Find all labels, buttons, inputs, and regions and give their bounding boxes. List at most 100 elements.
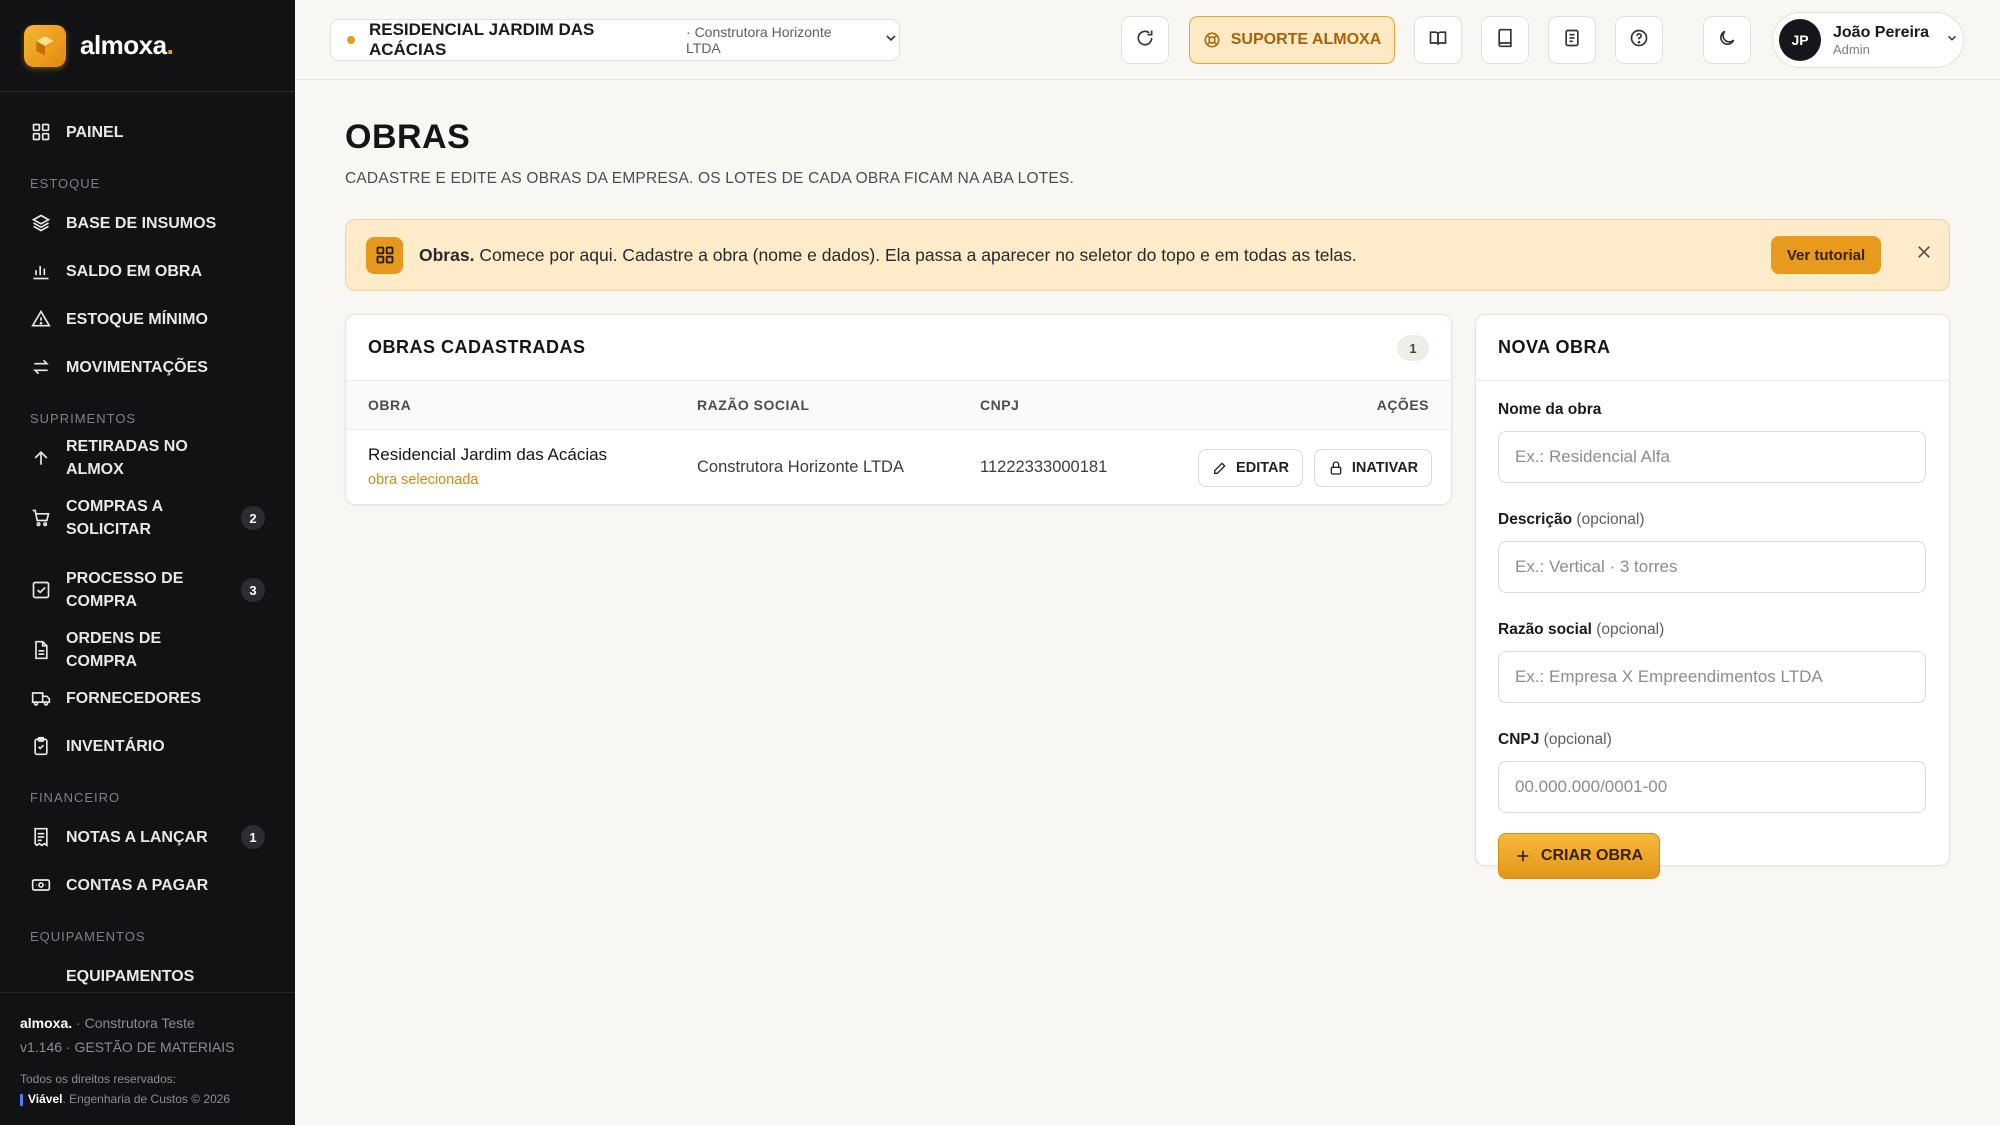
avatar: JP	[1779, 19, 1821, 61]
card-header: NOVA OBRA	[1476, 315, 1949, 381]
chevron-down-icon	[883, 30, 899, 51]
table-row[interactable]: Residencial Jardim das Acácias obra sele…	[346, 430, 1451, 504]
count-badge: 3	[241, 578, 265, 602]
sidebar-item-ordens[interactable]: ORDENS DE COMPRA	[0, 626, 295, 674]
form-body: Nome da obra Descrição (opcional) Razão …	[1476, 381, 1949, 899]
cart-icon	[30, 507, 52, 529]
grid-icon	[30, 121, 52, 143]
table-header: OBRA RAZÃO SOCIAL CNPJ AÇÕES	[346, 381, 1451, 430]
inactivate-button[interactable]: INATIVAR	[1314, 449, 1432, 487]
refresh-icon	[1135, 28, 1155, 53]
edit-button-label: EDITAR	[1236, 460, 1289, 476]
sidebar-item-notas[interactable]: NOTAS A LANÇAR 1	[0, 813, 295, 861]
support-button-label: SUPORTE ALMOXA	[1230, 31, 1382, 48]
sidebar-item-label: MOVIMENTAÇÕES	[66, 358, 208, 376]
sidebar-nav: PAINEL ESTOQUE BASE DE INSUMOS SALDO EM …	[0, 92, 295, 992]
sidebar-item-label: RETIRADAS NO ALMOX	[66, 438, 188, 478]
card-header: OBRAS CADASTRADAS 1	[346, 315, 1451, 381]
notes-button[interactable]	[1548, 16, 1596, 64]
nova-obra-card: NOVA OBRA Nome da obra Descrição (opcion…	[1475, 314, 1950, 879]
sidebar-item-compras[interactable]: COMPRAS A SOLICITAR 2	[0, 482, 295, 554]
book-button[interactable]	[1481, 16, 1529, 64]
chevron-down-icon	[1945, 31, 1959, 50]
help-button[interactable]	[1615, 16, 1663, 64]
tutorial-banner: Obras. Comece por aqui. Cadastre a obra …	[345, 219, 1950, 291]
tool-icon	[30, 965, 52, 987]
user-role: Admin	[1833, 41, 1870, 57]
criar-obra-button[interactable]: CRIAR OBRA	[1498, 833, 1660, 879]
sidebar-item-label: EQUIPAMENTOS	[66, 967, 195, 985]
sidebar-item-contas[interactable]: CONTAS A PAGAR	[0, 861, 295, 909]
sidebar-item-fornecedores[interactable]: FORNECEDORES	[0, 674, 295, 722]
plus-icon	[1517, 850, 1529, 862]
nome-obra-field[interactable]	[1498, 431, 1926, 483]
section-estoque: ESTOQUE	[30, 176, 101, 191]
box-logo-icon	[24, 24, 66, 67]
card-title: NOVA OBRA	[1498, 337, 1611, 357]
sidebar-item-saldo-obra[interactable]: SALDO EM OBRA	[0, 247, 295, 295]
column-header-obra[interactable]: OBRA	[368, 397, 411, 413]
close-icon[interactable]	[1908, 236, 1940, 268]
support-button[interactable]: SUPORTE ALMOXA	[1189, 16, 1395, 64]
footer-version: v1.146 · GESTÃO DE MATERIAIS	[20, 1039, 235, 1055]
criar-obra-label: CRIAR OBRA	[1540, 847, 1644, 864]
footer-brand: almoxa. · Construtora Teste	[20, 1015, 195, 1031]
layers-icon	[30, 212, 52, 234]
sidebar-item-painel[interactable]: PAINEL	[0, 108, 295, 156]
user-name: João Pereira	[1833, 23, 1930, 41]
theme-toggle-button[interactable]	[1703, 16, 1751, 64]
sidebar-item-processo-compra[interactable]: PROCESSO DE COMPRA 3	[0, 554, 295, 626]
sidebar-item-inventario[interactable]: INVENTÁRIO	[0, 722, 295, 770]
sidebar-item-movimentacoes[interactable]: MOVIMENTAÇÕES	[0, 343, 295, 391]
column-header-cnpj[interactable]: CNPJ	[980, 397, 1019, 413]
sidebar-item-equipamentos[interactable]: EQUIPAMENTOS	[0, 952, 295, 992]
razao-label: Razão social (opcional)	[1498, 621, 1665, 638]
cnpj-field[interactable]	[1498, 761, 1926, 813]
sidebar-item-label: PROCESSO DE COMPRA	[66, 570, 184, 610]
checkbox-icon	[30, 579, 52, 601]
moon-icon	[1717, 28, 1737, 53]
ver-tutorial-button[interactable]: Ver tutorial	[1771, 236, 1881, 274]
sidebar-item-label: SALDO EM OBRA	[66, 262, 202, 280]
truck-icon	[30, 687, 52, 709]
inactivate-button-label: INATIVAR	[1351, 460, 1419, 476]
page-title: OBRAS	[345, 118, 471, 156]
brand[interactable]: almoxa.	[0, 0, 295, 92]
obra-selector[interactable]: RESIDENCIAL JARDIM DAS ACÁCIAS · Constru…	[330, 19, 900, 61]
sidebar-item-base-insumos[interactable]: BASE DE INSUMOS	[0, 199, 295, 247]
sidebar-item-label: COMPRAS A SOLICITAR	[66, 498, 163, 538]
clipboard-icon	[30, 735, 52, 757]
razao-social: Construtora Horizonte LTDA	[697, 458, 904, 476]
nome-label: Nome da obra	[1498, 401, 1602, 418]
sidebar-footer: almoxa. · Construtora Teste v1.146 · GES…	[0, 992, 295, 1125]
sidebar-item-label: PAINEL	[66, 123, 124, 141]
refresh-button[interactable]	[1121, 16, 1169, 64]
descricao-field[interactable]	[1498, 541, 1926, 593]
book-icon	[1495, 28, 1515, 53]
banner-text: Obras. Comece por aqui. Cadastre a obra …	[419, 244, 1357, 265]
lock-icon	[1330, 461, 1342, 475]
arrow-up-icon	[30, 447, 52, 469]
card-title: OBRAS CADASTRADAS	[368, 337, 586, 357]
edit-button[interactable]: EDITAR	[1198, 449, 1303, 487]
footer-rights: Todos os direitos reservados: Viável. En…	[20, 1072, 231, 1106]
brand-name: almoxa.	[80, 30, 174, 60]
book-open-icon	[1428, 28, 1448, 53]
cnpj-label: CNPJ (opcional)	[1498, 731, 1612, 748]
user-info: João Pereira Admin	[1833, 24, 1929, 57]
sidebar-item-label: CONTAS A PAGAR	[66, 876, 209, 894]
column-header-acoes: AÇÕES	[1376, 397, 1429, 413]
lifebuoy-icon	[1204, 32, 1220, 48]
selected-tag: obra selecionada	[368, 472, 479, 488]
document-icon	[30, 639, 52, 661]
column-header-razao[interactable]: RAZÃO SOCIAL	[697, 397, 810, 413]
user-menu[interactable]: JP João Pereira Admin	[1772, 12, 1964, 68]
sidebar-item-estoque-minimo[interactable]: ESTOQUE MÍNIMO	[0, 295, 295, 343]
section-financeiro: FINANCEIRO	[30, 790, 121, 805]
notes-icon	[1562, 28, 1582, 53]
sidebar-item-retiradas[interactable]: RETIRADAS NO ALMOX	[0, 434, 295, 482]
sidebar-item-label: BASE DE INSUMOS	[66, 214, 217, 232]
razao-social-field[interactable]	[1498, 651, 1926, 703]
book-open-button[interactable]	[1414, 16, 1462, 64]
arrows-swap-icon	[30, 356, 52, 378]
